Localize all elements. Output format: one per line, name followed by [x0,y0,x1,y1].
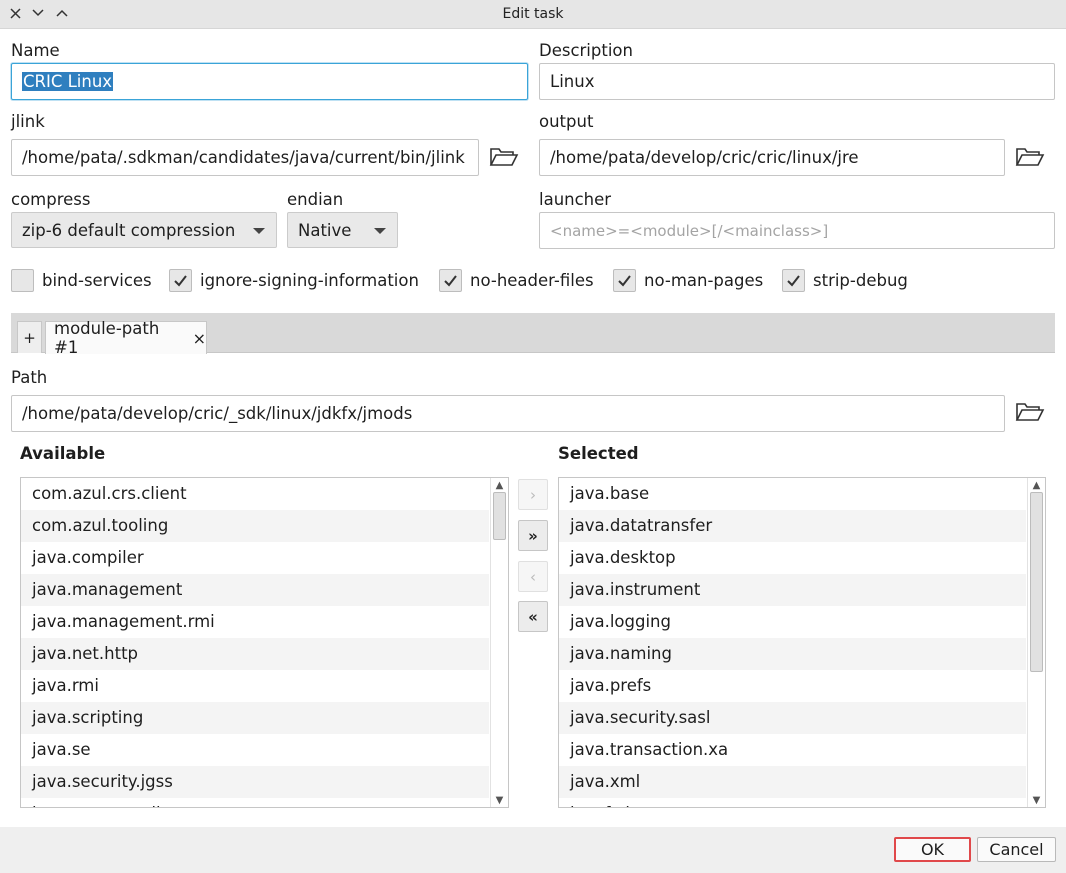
endian-label: endian [287,190,344,209]
compress-value: zip-6 default compression [22,220,236,240]
scroll-up-icon[interactable]: ▲ [491,478,508,492]
jlink-browse-folder-icon[interactable] [489,146,519,168]
path-value: /home/pata/develop/cric/_sdk/linux/jdkfx… [22,404,413,423]
launcher-field[interactable]: <name>=<module>[/<mainclass>] [539,212,1055,249]
selected-scrollbar[interactable]: ▲ ▼ [1027,478,1045,807]
chevron-down-icon [253,228,265,234]
list-item[interactable]: java.logging [559,606,1026,638]
available-header: Available [20,444,106,463]
endian-value: Native [298,220,352,240]
no-man-pages-label: no-man-pages [644,271,764,290]
bind-services-label: bind-services [42,271,152,290]
ignore-signing-information-checkbox[interactable]: ignore-signing-information [169,269,419,292]
output-label: output [539,112,594,131]
jlink-value: /home/pata/.sdkman/candidates/java/curre… [22,148,465,167]
list-item[interactable]: java.management [21,574,489,606]
available-scrollbar[interactable]: ▲ ▼ [490,478,508,807]
add-all-button[interactable]: » [518,520,548,551]
list-item[interactable]: java.datatransfer [559,510,1026,542]
list-item[interactable]: java.management.rmi [21,606,489,638]
available-list[interactable]: com.azul.crs.client com.azul.tooling java.… [20,477,509,808]
jlink-field[interactable]: /home/pata/.sdkman/candidates/java/curre… [11,139,479,176]
list-item[interactable]: com.azul.crs.client [21,478,489,510]
dialog-button-bar: OK Cancel [0,827,1066,873]
list-item[interactable]: com.azul.tooling [21,510,489,542]
checkmark-icon [613,269,636,292]
launcher-placeholder: <name>=<module>[/<mainclass>] [550,221,829,240]
scroll-down-icon[interactable]: ▼ [1028,793,1045,807]
remove-all-button[interactable]: « [518,601,548,632]
no-header-files-label: no-header-files [470,271,594,290]
output-browse-folder-icon[interactable] [1015,146,1045,168]
launcher-label: launcher [539,190,612,209]
selected-header: Selected [558,444,639,463]
list-item[interactable]: java.prefs [559,670,1026,702]
path-label: Path [11,368,48,387]
name-value: CRIC Linux [22,72,114,91]
checkbox-box [11,269,34,292]
chevron-down-icon [374,228,386,234]
list-item[interactable]: java.xml [559,766,1026,798]
endian-dropdown[interactable]: Native [287,212,398,248]
list-item[interactable]: java.smartcardio [21,798,489,807]
jlink-label: jlink [11,112,45,131]
path-browse-folder-icon[interactable] [1015,401,1045,423]
list-item[interactable]: java.security.sasl [559,702,1026,734]
list-item[interactable]: java.se [21,734,489,766]
list-item[interactable]: java.instrument [559,574,1026,606]
list-item[interactable]: java.transaction.xa [559,734,1026,766]
selected-list[interactable]: java.base java.datatransfer java.desktop ja… [558,477,1046,808]
no-header-files-checkbox[interactable]: no-header-files [439,269,594,292]
compress-label: compress [11,190,91,209]
add-tab-button[interactable]: + [17,321,42,353]
list-item[interactable]: java.net.http [21,638,489,670]
path-field[interactable]: /home/pata/develop/cric/_sdk/linux/jdkfx… [11,395,1005,432]
scroll-down-icon[interactable]: ▼ [491,793,508,807]
module-path-tab-strip: + module-path #1 × [11,313,1055,357]
list-item[interactable]: java.rmi [21,670,489,702]
scroll-thumb[interactable] [493,492,506,540]
compress-dropdown[interactable]: zip-6 default compression [11,212,277,248]
ignore-signing-information-label: ignore-signing-information [200,271,419,290]
list-item[interactable]: javafx.base [559,798,1026,807]
close-tab-icon[interactable]: × [193,329,206,348]
no-man-pages-checkbox[interactable]: no-man-pages [613,269,763,292]
window-title: Edit task [502,6,564,22]
strip-debug-label: strip-debug [813,271,908,290]
remove-selected-button[interactable]: ‹ [518,561,548,592]
description-value: Linux [550,72,595,91]
list-item[interactable]: java.base [559,478,1026,510]
output-value: /home/pata/develop/cric/cric/linux/jre [550,148,859,167]
scroll-thumb[interactable] [1030,492,1043,672]
name-label: Name [11,41,60,60]
checkmark-icon [782,269,805,292]
add-selected-button[interactable]: › [518,479,548,510]
bind-services-checkbox[interactable]: bind-services [11,269,152,292]
description-label: Description [539,41,633,60]
list-item[interactable]: java.naming [559,638,1026,670]
description-field[interactable]: Linux [539,63,1055,100]
title-bar: Edit task [0,0,1066,29]
scroll-up-icon[interactable]: ▲ [1028,478,1045,492]
checkmark-icon [169,269,192,292]
list-item[interactable]: java.scripting [21,702,489,734]
name-field[interactable]: CRIC Linux [11,63,528,100]
output-field[interactable]: /home/pata/develop/cric/cric/linux/jre [539,139,1005,176]
cancel-button[interactable]: Cancel [977,837,1056,862]
list-item[interactable]: java.desktop [559,542,1026,574]
list-item[interactable]: java.security.jgss [21,766,489,798]
tab-label: module-path #1 [54,319,160,357]
tab-module-path-1[interactable]: module-path #1 × [45,319,207,357]
list-item[interactable]: java.compiler [21,542,489,574]
strip-debug-checkbox[interactable]: strip-debug [782,269,908,292]
checkmark-icon [439,269,462,292]
ok-button[interactable]: OK [894,837,971,862]
